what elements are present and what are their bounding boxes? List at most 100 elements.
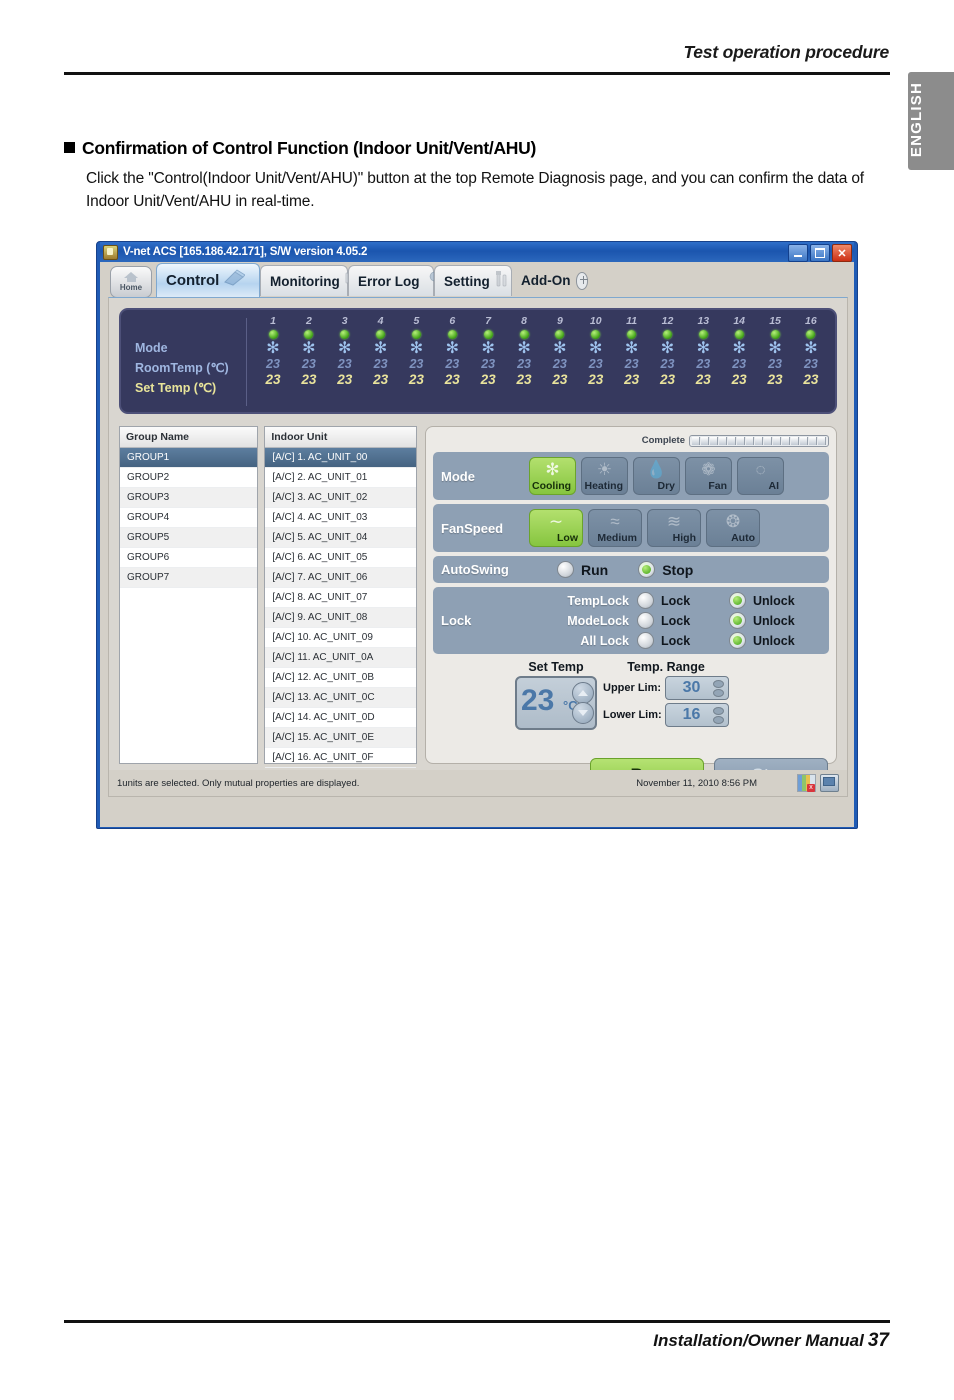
tab-setting[interactable]: Setting (434, 265, 512, 296)
group-list-item[interactable]: GROUP4 (120, 508, 258, 528)
indoor-unit-list-item[interactable]: [A/C] 4. AC_UNIT_03 (265, 508, 416, 528)
power-indicator-icon (627, 330, 637, 339)
minimize-button[interactable] (788, 244, 808, 262)
set-temp-field[interactable]: 23 °C (515, 676, 597, 730)
indoor-unit-list-item[interactable]: [A/C] 13. AC_UNIT_0C (265, 688, 416, 708)
radio-modelock-lock[interactable] (637, 612, 654, 629)
status-column-index: 9 (556, 315, 563, 327)
templock-option-lock[interactable]: Lock (637, 592, 729, 609)
status-column-4: 4 ✻ 23 23 (365, 314, 397, 388)
status-column-index: 1 (270, 315, 276, 327)
stepper-up-icon[interactable] (713, 706, 724, 715)
radio-templock-unlock[interactable] (729, 592, 746, 609)
temp-range-block: Temp. Range Upper Lim: 30 Lower Lim: 16 (603, 660, 729, 730)
group-list-item[interactable]: GROUP7 (120, 568, 258, 588)
fanspeed-button-high-label: High (672, 532, 696, 544)
fanspeed-button-medium[interactable]: ≈ Medium (588, 509, 642, 547)
progress-segment (818, 436, 826, 445)
indoor-unit-list-item[interactable]: [A/C] 2. AC_UNIT_01 (265, 468, 416, 488)
tab-add-on[interactable]: Add-On (512, 265, 594, 296)
mode-button-cooling[interactable]: ✻ Cooling (529, 457, 576, 495)
indoor-unit-list-item[interactable]: [A/C] 15. AC_UNIT_0E (265, 728, 416, 748)
upper-limit-field[interactable]: 30 (665, 676, 729, 700)
fanspeed-band-label: FanSpeed (441, 520, 504, 536)
indoor-unit-list-item[interactable]: [A/C] 12. AC_UNIT_0B (265, 668, 416, 688)
progress-segment (719, 436, 727, 445)
stepper-down-icon[interactable] (713, 688, 724, 697)
progress-segment (755, 436, 763, 445)
fanspeed-button-auto[interactable]: ❂ Auto (706, 509, 760, 547)
indoor-unit-list-item[interactable]: [A/C] 10. AC_UNIT_09 (265, 628, 416, 648)
lower-limit-field[interactable]: 16 (665, 703, 729, 727)
maximize-button[interactable] (810, 244, 830, 262)
autoswing-option-stop[interactable]: Stop (638, 561, 693, 578)
temp-range-title: Temp. Range (627, 660, 705, 674)
group-list-rows: GROUP1 GROUP2 GROUP3 GROUP4 GROUP5 GROUP6 GROU… (120, 448, 258, 588)
indoor-unit-list-item[interactable]: [A/C] 3. AC_UNIT_02 (265, 488, 416, 508)
power-indicator-icon (698, 330, 708, 339)
radio-alllock-lock[interactable] (637, 632, 654, 649)
indoor-unit-list-item[interactable]: [A/C] 7. AC_UNIT_06 (265, 568, 416, 588)
monitor-status-icon[interactable] (820, 774, 839, 792)
indoor-unit-list-item[interactable]: [A/C] 6. AC_UNIT_05 (265, 548, 416, 568)
home-button[interactable]: Home (110, 266, 152, 298)
radio-alllock-unlock[interactable] (729, 632, 746, 649)
mode-button-heating[interactable]: ☀ Heating (581, 457, 628, 495)
radio-templock-lock[interactable] (637, 592, 654, 609)
group-list-item[interactable]: GROUP3 (120, 488, 258, 508)
group-list[interactable]: Group Name GROUP1 GROUP2 GROUP3 GROUP4 GROUP… (119, 426, 259, 764)
stepper-up-icon[interactable] (713, 679, 724, 688)
section-heading-text: Confirmation of Control Function (Indoor… (82, 138, 536, 158)
group-list-item[interactable]: GROUP6 (120, 548, 258, 568)
autoswing-option-run[interactable]: Run (557, 561, 608, 578)
alllock-option-lock[interactable]: Lock (637, 632, 729, 649)
indoor-unit-list[interactable]: Indoor Unit [A/C] 1. AC_UNIT_00 [A/C] 2. … (264, 426, 417, 768)
power-indicator-icon (304, 330, 314, 339)
status-column-index: 6 (449, 315, 456, 327)
templock-option-unlock[interactable]: Unlock (729, 592, 821, 609)
upper-limit-stepper[interactable] (713, 679, 724, 697)
indoor-unit-list-item[interactable]: [A/C] 14. AC_UNIT_0D (265, 708, 416, 728)
status-bar-message: 1units are selected. Only mutual propert… (117, 777, 360, 789)
close-button[interactable]: ✕ (832, 244, 852, 262)
indoor-unit-list-item[interactable]: [A/C] 1. AC_UNIT_00 (265, 448, 416, 468)
modelock-option-lock[interactable]: Lock (637, 612, 729, 629)
lower-limit-stepper[interactable] (713, 706, 724, 724)
radio-autoswing-stop[interactable] (638, 561, 656, 578)
alllock-option-unlock[interactable]: Unlock (729, 632, 821, 649)
tab-monitoring[interactable]: Monitoring (260, 265, 359, 296)
status-label-room-temp: RoomTemp (℃) (135, 361, 229, 375)
modelock-option-unlock[interactable]: Unlock (729, 612, 821, 629)
chart-status-icon[interactable] (797, 774, 816, 792)
mode-band-label: Mode (441, 468, 475, 484)
group-list-item[interactable]: GROUP5 (120, 528, 258, 548)
status-set-temp: 23 (373, 372, 389, 387)
set-temp-value: 23 (521, 684, 555, 717)
tab-error-log[interactable]: Error Log (348, 265, 441, 296)
set-temp-increase-button[interactable] (572, 682, 594, 704)
indoor-unit-list-item[interactable]: [A/C] 5. AC_UNIT_04 (265, 528, 416, 548)
status-column-index: 12 (661, 315, 674, 327)
radio-autoswing-run[interactable] (557, 561, 574, 578)
group-list-item[interactable]: GROUP2 (120, 468, 258, 488)
progress-segment (764, 436, 772, 445)
stepper-down-icon[interactable] (713, 715, 724, 724)
fanspeed-button-low[interactable]: ∼ Low (529, 509, 583, 547)
status-set-temp: 23 (588, 372, 604, 387)
chevron-down-icon (578, 710, 588, 716)
indoor-unit-list-item[interactable]: [A/C] 8. AC_UNIT_07 (265, 588, 416, 608)
tab-control[interactable]: Control (156, 263, 260, 297)
indoor-unit-list-item[interactable]: [A/C] 9. AC_UNIT_08 (265, 608, 416, 628)
mode-button-dry[interactable]: 💧 Dry (633, 457, 680, 495)
radio-modelock-unlock[interactable] (729, 612, 746, 629)
status-set-temp: 23 (695, 372, 711, 387)
fanspeed-button-high[interactable]: ≋ High (647, 509, 701, 547)
mode-button-ai[interactable]: ◌ AI (737, 457, 784, 495)
indoor-unit-list-item[interactable]: [A/C] 11. AC_UNIT_0A (265, 648, 416, 668)
set-temp-decrease-button[interactable] (572, 702, 594, 724)
group-list-item[interactable]: GROUP1 (120, 448, 258, 468)
status-column-7: 7 ✻ 23 23 (472, 314, 504, 388)
status-room-temp: 23 (373, 357, 388, 371)
mode-button-fan[interactable]: ❁ Fan (685, 457, 732, 495)
indoor-unit-list-item[interactable]: [A/C] 16. AC_UNIT_0F (265, 748, 416, 768)
